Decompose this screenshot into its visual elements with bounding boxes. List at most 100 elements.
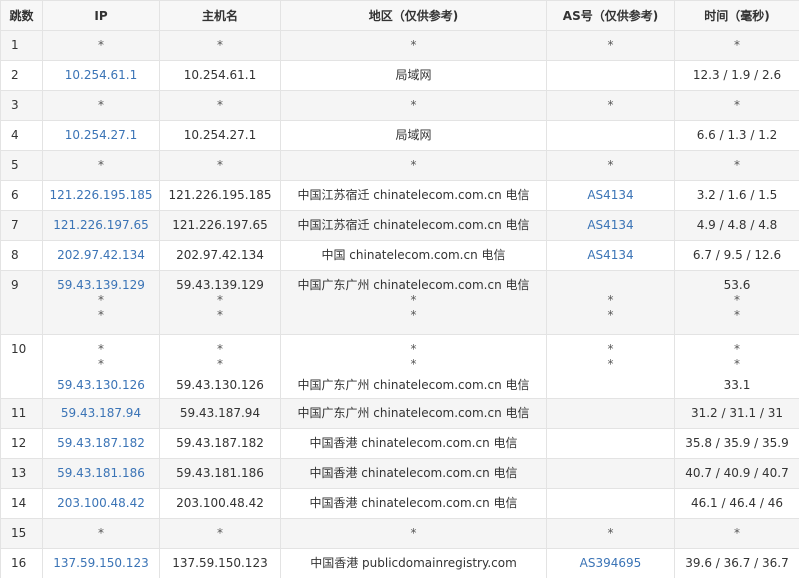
as-value: * — [607, 293, 614, 307]
cell-time: * — [674, 30, 799, 61]
table-body: 1 * * * * * 2 10.254.61.1 10.254.61.1 局域网 12.3 / 1… — [0, 30, 799, 578]
cell-ip: 203.100.48.42 — [42, 488, 160, 519]
cell-region: * — [280, 30, 547, 61]
ip-link[interactable]: 137.59.150.123 — [43, 556, 159, 571]
cell-hop: 16 — [0, 548, 43, 578]
cell-as: AS394695 — [546, 548, 675, 578]
region-value: 中国 chinatelecom.com.cn 电信 — [321, 248, 506, 262]
table-row: 5 * * * * * — [0, 150, 799, 181]
cell-hop: 10 — [0, 334, 43, 399]
table-row: 14 203.100.48.42 203.100.48.42 中国香港 chinate… — [0, 488, 799, 519]
ip-link[interactable]: 203.100.48.42 — [43, 496, 159, 511]
host-value: * — [217, 526, 223, 540]
ip-link[interactable]: 202.97.42.134 — [43, 248, 159, 263]
as-link[interactable]: AS394695 — [547, 556, 674, 571]
table-row: 6 121.226.195.185 121.226.195.185 中国江苏宿迁 ch… — [0, 180, 799, 211]
region-value: 中国广东广州 chinatelecom.com.cn 电信 — [297, 378, 530, 392]
host-value: 202.97.42.134 — [176, 248, 264, 262]
cell-ip: * — [42, 30, 160, 61]
ip-link[interactable]: 59.43.187.182 — [43, 436, 159, 451]
cell-hop: 2 — [0, 60, 43, 91]
region-value: 局域网 — [395, 128, 432, 142]
cell-hostname: * — [159, 30, 281, 61]
as-value: * — [607, 38, 614, 52]
header-time: 时间（毫秒) — [674, 0, 799, 31]
ip-link[interactable]: 10.254.27.1 — [43, 128, 159, 143]
cell-ip: 59.43.187.182 — [42, 428, 160, 459]
cell-hop: 3 — [0, 90, 43, 121]
cell-hostname: 202.97.42.134 — [159, 240, 281, 271]
cell-as: AS4134 — [546, 180, 675, 211]
as-link[interactable]: AS4134 — [547, 248, 674, 263]
as-value: * — [607, 526, 614, 540]
time-value: 3.2 / 1.6 / 1.5 — [696, 188, 778, 202]
cell-ip: 59.43.139.129 * * — [42, 270, 160, 335]
host-value: * — [217, 342, 223, 356]
cell-as — [546, 488, 675, 519]
ip-link[interactable]: 59.43.187.94 — [43, 406, 159, 421]
cell-hop: 7 — [0, 210, 43, 241]
cell-time: 6.6 / 1.3 / 1.2 — [674, 120, 799, 151]
cell-region: * — [280, 518, 547, 549]
time-value: 39.6 / 36.7 / 36.7 — [685, 556, 789, 570]
time-value: 35.8 / 35.9 / 35.9 — [685, 436, 789, 450]
header-hop: 跳数 — [0, 0, 43, 31]
time-value: 6.7 / 9.5 / 12.6 — [692, 248, 782, 262]
cell-hop: 11 — [0, 398, 43, 429]
ip-link[interactable]: 59.43.181.186 — [43, 466, 159, 481]
region-value: 局域网 — [395, 68, 432, 82]
cell-time: 35.8 / 35.9 / 35.9 — [674, 428, 799, 459]
ip-link[interactable]: 121.226.195.185 — [43, 188, 159, 203]
time-value: 33.1 — [723, 378, 751, 392]
cell-ip: * — [42, 90, 160, 121]
cell-region: 中国 chinatelecom.com.cn 电信 — [280, 240, 547, 271]
table-row: 15 * * * * * — [0, 518, 799, 549]
cell-region: 中国香港 chinatelecom.com.cn 电信 — [280, 488, 547, 519]
cell-ip: 121.226.197.65 — [42, 210, 160, 241]
table-row: 10 * * 59.43.130.126 * * 59.43.130.126 * * 中国广东广州… — [0, 334, 799, 399]
cell-hostname: 137.59.150.123 — [159, 548, 281, 578]
host-value: 59.43.187.182 — [176, 436, 264, 450]
as-value — [547, 466, 674, 481]
ip-link[interactable]: 59.43.130.126 — [43, 378, 159, 393]
hop-number: 14 — [11, 496, 27, 510]
time-value: * — [734, 357, 740, 371]
ip-link[interactable]: 121.226.197.65 — [43, 218, 159, 233]
host-value: 121.226.195.185 — [168, 188, 272, 202]
hop-number: 6 — [11, 188, 19, 202]
ip-value: * — [98, 308, 104, 322]
as-link[interactable]: AS4134 — [547, 188, 674, 203]
host-value: 59.43.130.126 — [176, 378, 264, 392]
time-value: * — [734, 158, 740, 172]
cell-time: 46.1 / 46.4 / 46 — [674, 488, 799, 519]
ip-value: * — [98, 293, 104, 307]
hop-number: 10 — [11, 342, 27, 356]
cell-hop: 4 — [0, 120, 43, 151]
cell-as: AS4134 — [546, 210, 675, 241]
region-value: 中国江苏宿迁 chinatelecom.com.cn 电信 — [297, 188, 530, 202]
cell-time: 39.6 / 36.7 / 36.7 — [674, 548, 799, 578]
as-link[interactable]: AS4134 — [547, 218, 674, 233]
as-value — [547, 68, 674, 83]
time-value: 31.2 / 31.1 / 31 — [690, 406, 784, 420]
region-value: * — [410, 526, 417, 540]
cell-region: * * 中国广东广州 chinatelecom.com.cn 电信 — [280, 334, 547, 399]
cell-region: 中国广东广州 chinatelecom.com.cn 电信 — [280, 398, 547, 429]
host-value: 10.254.27.1 — [183, 128, 257, 142]
hop-number: 13 — [11, 466, 27, 480]
as-value — [547, 128, 674, 143]
cell-hostname: 10.254.27.1 — [159, 120, 281, 151]
cell-region: 中国广东广州 chinatelecom.com.cn 电信 * * — [280, 270, 547, 335]
header-region: 地区（仅供参考) — [280, 0, 547, 31]
ip-link[interactable]: 10.254.61.1 — [43, 68, 159, 83]
cell-time: 40.7 / 40.9 / 40.7 — [674, 458, 799, 489]
time-value: * — [734, 293, 740, 307]
table-row: 7 121.226.197.65 121.226.197.65 中国江苏宿迁 chin… — [0, 210, 799, 241]
header-row: 跳数 IP 主机名 地区（仅供参考) AS号（仅供参考) 时间（毫秒) — [0, 0, 799, 31]
cell-region: 中国江苏宿迁 chinatelecom.com.cn 电信 — [280, 180, 547, 211]
cell-ip: * — [42, 150, 160, 181]
ip-link[interactable]: 59.43.139.129 — [43, 278, 159, 293]
time-value: 4.9 / 4.8 / 4.8 — [696, 218, 778, 232]
time-value: 6.6 / 1.3 / 1.2 — [696, 128, 778, 142]
cell-ip: 137.59.150.123 — [42, 548, 160, 578]
